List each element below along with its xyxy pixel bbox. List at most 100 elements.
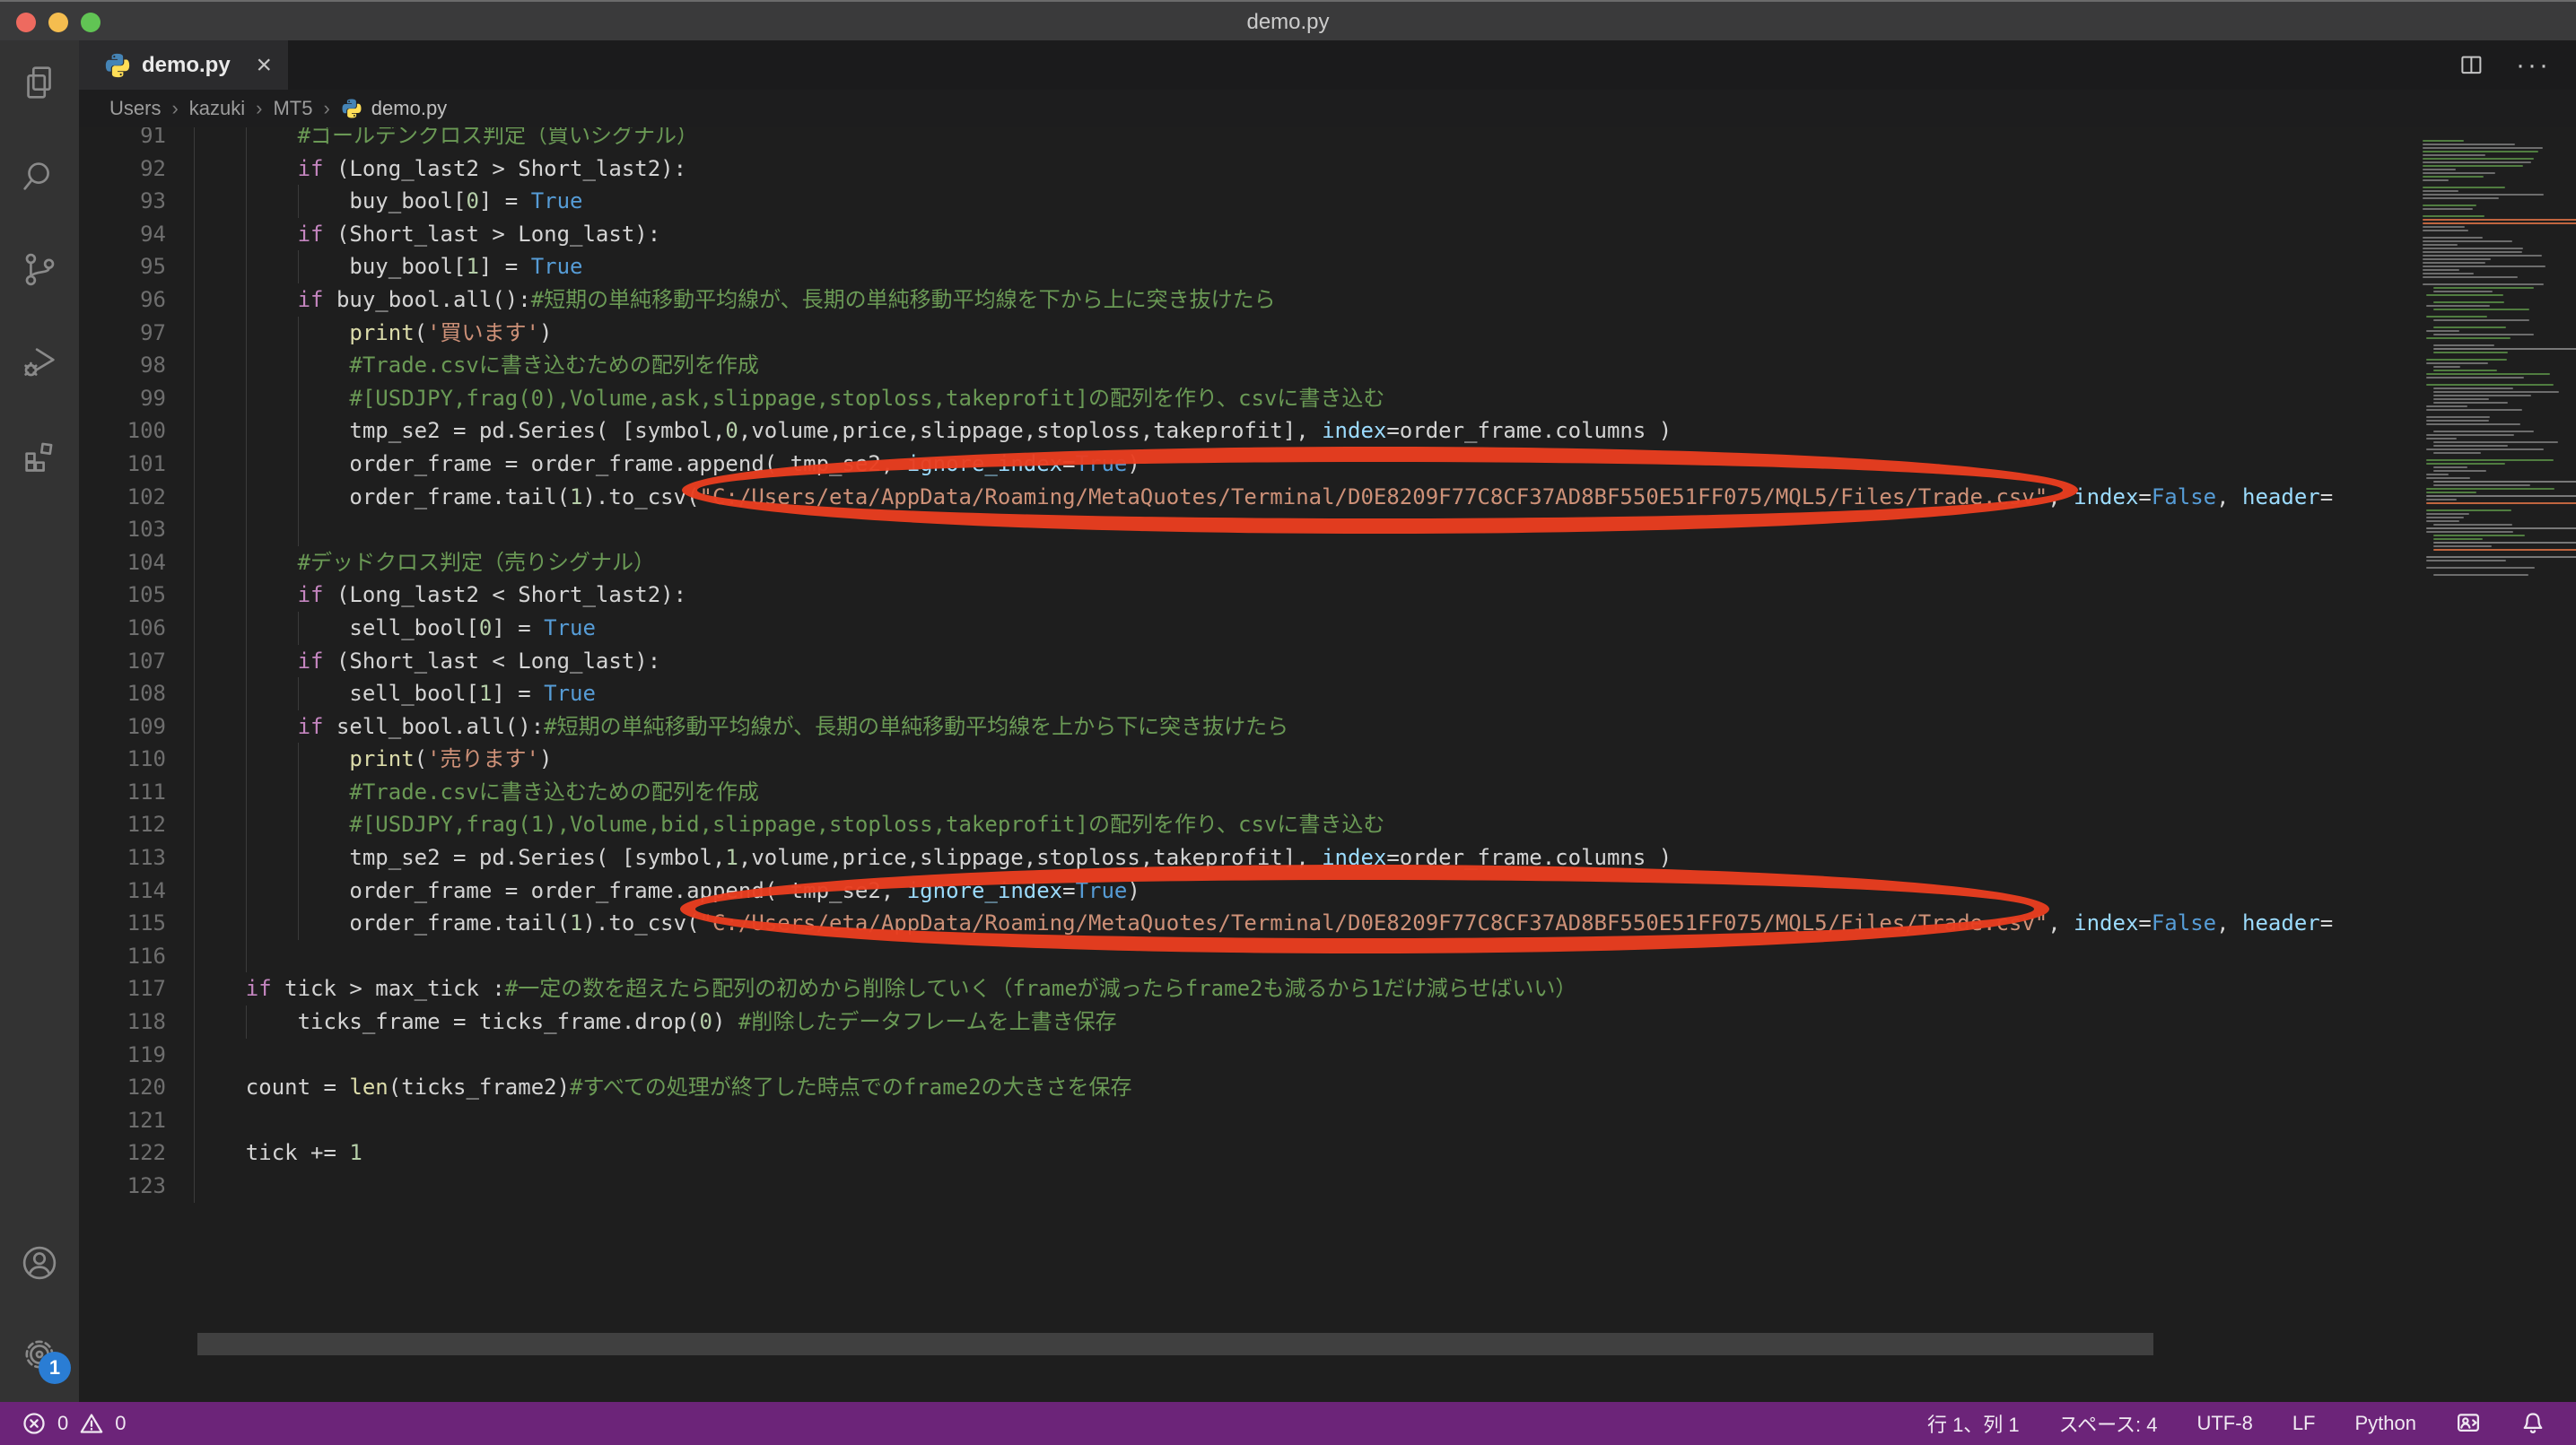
line-number[interactable]: 101	[79, 448, 166, 481]
feedback-icon[interactable]	[2456, 1411, 2481, 1436]
status-item[interactable]: UTF-8	[2196, 1412, 2252, 1435]
line-number[interactable]: 102	[79, 481, 166, 514]
code-line[interactable]: 108 sell_bool[1] = True	[79, 677, 2576, 710]
code-line[interactable]: 121	[79, 1104, 2576, 1137]
code-line[interactable]: 92 if (Long_last2 > Short_last2):	[79, 152, 2576, 186]
line-number[interactable]: 117	[79, 972, 166, 1005]
line-number[interactable]: 104	[79, 546, 166, 579]
line-number[interactable]: 118	[79, 1005, 166, 1039]
indent-guide	[298, 382, 299, 415]
code-line[interactable]: 122 tick += 1	[79, 1136, 2576, 1170]
tab-close-icon[interactable]: ×	[256, 52, 272, 79]
line-number[interactable]: 107	[79, 645, 166, 678]
line-number[interactable]: 120	[79, 1071, 166, 1104]
code-line[interactable]: 118 ticks_frame = ticks_frame.drop(0) #削…	[79, 1005, 2576, 1039]
line-number[interactable]: 112	[79, 808, 166, 841]
code-line[interactable]: 98 #Trade.csvに書き込むための配列を作成	[79, 349, 2576, 382]
code-line[interactable]: 119	[79, 1039, 2576, 1072]
code-line[interactable]: 117 if tick > max_tick :#一定の数を超えたら配列の初めか…	[79, 972, 2576, 1005]
line-number[interactable]: 113	[79, 841, 166, 875]
line-number[interactable]: 97	[79, 317, 166, 350]
horizontal-scrollbar-thumb[interactable]	[197, 1333, 2153, 1355]
search-icon[interactable]	[19, 155, 60, 196]
split-editor-icon[interactable]	[2458, 52, 2485, 79]
code-line[interactable]: 111 #Trade.csvに書き込むための配列を作成	[79, 776, 2576, 809]
line-number[interactable]: 99	[79, 382, 166, 415]
status-item[interactable]: スペース: 4	[2059, 1409, 2158, 1438]
line-number[interactable]: 106	[79, 612, 166, 645]
minimap[interactable]	[2421, 127, 2576, 1402]
more-actions-icon[interactable]: ···	[2516, 50, 2551, 81]
breadcrumb-item[interactable]: MT5	[273, 97, 312, 120]
run-debug-icon[interactable]	[19, 342, 60, 383]
code-line[interactable]: 112 #[USDJPY,frag(1),Volume,bid,slippage…	[79, 808, 2576, 841]
line-number[interactable]: 123	[79, 1170, 166, 1203]
code-text: tmp_se2 = pd.Series( [symbol,0,volume,pr…	[166, 414, 2576, 448]
code-line[interactable]: 95 buy_bool[1] = True	[79, 250, 2576, 283]
tab-demo-py[interactable]: demo.py ×	[79, 40, 288, 90]
code-line[interactable]: 120 count = len(ticks_frame2)#すべての処理が終了し…	[79, 1071, 2576, 1104]
source-control-icon[interactable]	[19, 248, 60, 290]
line-number[interactable]: 98	[79, 349, 166, 382]
line-number[interactable]: 114	[79, 875, 166, 908]
code-line[interactable]: 123	[79, 1170, 2576, 1203]
warnings-count[interactable]: 0	[115, 1412, 126, 1435]
code-text	[166, 1104, 2576, 1137]
status-item[interactable]: 行 1、列 1	[1927, 1409, 2020, 1438]
code-line[interactable]: 110 print('売ります')	[79, 743, 2576, 776]
settings-gear-icon[interactable]: 1	[19, 1334, 60, 1375]
indent-guide	[298, 612, 299, 645]
line-number[interactable]: 111	[79, 776, 166, 809]
line-number[interactable]: 92	[79, 152, 166, 186]
indent-guide	[246, 152, 247, 186]
line-number[interactable]: 100	[79, 414, 166, 448]
line-number[interactable]: 109	[79, 710, 166, 744]
breadcrumb-file[interactable]: demo.py	[341, 97, 447, 120]
line-number[interactable]: 105	[79, 579, 166, 612]
code-line[interactable]: 100 tmp_se2 = pd.Series( [symbol,0,volum…	[79, 414, 2576, 448]
breadcrumb: Users›kazuki›MT5› demo.py	[79, 90, 2576, 127]
breadcrumb-item[interactable]: Users	[109, 97, 161, 120]
line-number[interactable]: 121	[79, 1104, 166, 1137]
notifications-bell-icon[interactable]	[2520, 1411, 2545, 1436]
indent-guide	[194, 1071, 195, 1104]
code-line[interactable]: 105 if (Long_last2 < Short_last2):	[79, 579, 2576, 612]
code-line[interactable]: 93 buy_bool[0] = True	[79, 185, 2576, 218]
warnings-icon[interactable]	[79, 1411, 104, 1436]
line-number[interactable]: 116	[79, 940, 166, 973]
line-number[interactable]: 94	[79, 218, 166, 251]
explorer-icon[interactable]	[19, 62, 60, 103]
line-number[interactable]: 95	[79, 250, 166, 283]
code-text: if (Short_last > Long_last):	[166, 218, 2576, 251]
line-number[interactable]: 122	[79, 1136, 166, 1170]
code-line[interactable]: 94 if (Short_last > Long_last):	[79, 218, 2576, 251]
line-number[interactable]: 108	[79, 677, 166, 710]
line-number[interactable]: 96	[79, 283, 166, 317]
code-line[interactable]: 96 if buy_bool.all():#短期の単純移動平均線が、長期の単純移…	[79, 283, 2576, 317]
errors-count[interactable]: 0	[57, 1412, 68, 1435]
code-line[interactable]: 109 if sell_bool.all():#短期の単純移動平均線が、長期の単…	[79, 710, 2576, 744]
line-number[interactable]: 119	[79, 1039, 166, 1072]
code-line[interactable]: 106 sell_bool[0] = True	[79, 612, 2576, 645]
code-line[interactable]: 107 if (Short_last < Long_last):	[79, 645, 2576, 678]
code-line[interactable]: 91 #ゴールデンクロス判定（買いシグナル）	[79, 127, 2576, 152]
indent-guide	[298, 481, 299, 514]
line-number[interactable]: 103	[79, 513, 166, 546]
accounts-icon[interactable]	[19, 1242, 60, 1284]
extensions-icon[interactable]	[19, 435, 60, 476]
code-editor[interactable]: 91 #ゴールデンクロス判定（買いシグナル）92 if (Long_last2 …	[79, 127, 2576, 1402]
code-line[interactable]: 97 print('買います')	[79, 317, 2576, 350]
line-number[interactable]: 91	[79, 127, 166, 152]
status-item[interactable]: LF	[2292, 1412, 2316, 1435]
code-line[interactable]: 99 #[USDJPY,frag(0),Volume,ask,slippage,…	[79, 382, 2576, 415]
breadcrumb-item[interactable]: kazuki	[189, 97, 245, 120]
indent-guide	[246, 875, 247, 908]
errors-icon[interactable]	[22, 1411, 47, 1436]
line-number[interactable]: 93	[79, 185, 166, 218]
indent-guide	[194, 875, 195, 908]
line-number[interactable]: 115	[79, 907, 166, 940]
status-item[interactable]: Python	[2355, 1412, 2417, 1435]
code-line[interactable]: 104 #デッドクロス判定（売りシグナル）	[79, 546, 2576, 579]
breadcrumb-separator-icon: ›	[256, 97, 262, 120]
line-number[interactable]: 110	[79, 743, 166, 776]
